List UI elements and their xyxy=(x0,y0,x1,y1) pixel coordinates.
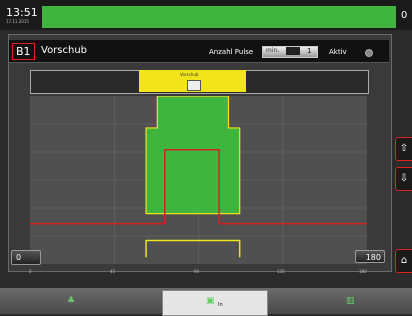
device-icon[interactable] xyxy=(187,80,201,91)
nav-in-icon: ▣ xyxy=(206,296,215,306)
nav-grid-icon[interactable]: ▥ xyxy=(346,296,356,306)
active-label: Aktiv xyxy=(329,48,347,56)
clock-time: 13:51 xyxy=(6,6,38,19)
nav-tree-icon[interactable]: ♣ xyxy=(67,296,77,306)
panel-title: Vorschub xyxy=(41,45,88,56)
x-tick-90: 90 xyxy=(194,269,200,274)
x-tick-0: 0 xyxy=(29,269,32,274)
arrow-down-icon[interactable]: ⇩ xyxy=(395,167,412,191)
home-icon[interactable]: ⌂ xyxy=(395,249,412,273)
range-end-button[interactable]: 180 xyxy=(355,250,385,263)
feed-chart xyxy=(30,96,367,264)
arrow-up-icon[interactable]: ⇧ xyxy=(395,137,412,161)
pulse-value: 1 xyxy=(307,47,312,55)
clock-date: 17.11.2015 xyxy=(6,19,29,24)
status-count: 0 xyxy=(401,10,408,21)
timeline-segment-label: Vorschub xyxy=(180,72,199,77)
x-tick-135: 135 xyxy=(277,269,285,274)
green-area-series xyxy=(145,96,241,215)
pulse-count-label: Anzahl Pulse xyxy=(209,48,254,56)
program-badge: B1 xyxy=(12,43,35,60)
pulse-unit: min. xyxy=(266,47,280,54)
nav-tab-in-label: In xyxy=(218,302,223,308)
range-start-button[interactable]: 0 xyxy=(11,250,41,265)
pulse-slider-knob[interactable] xyxy=(286,47,300,55)
status-indicator-bar xyxy=(42,6,396,28)
x-tick-45: 45 xyxy=(110,269,116,274)
active-indicator[interactable] xyxy=(365,49,373,57)
x-tick-180: 180 xyxy=(359,269,367,274)
